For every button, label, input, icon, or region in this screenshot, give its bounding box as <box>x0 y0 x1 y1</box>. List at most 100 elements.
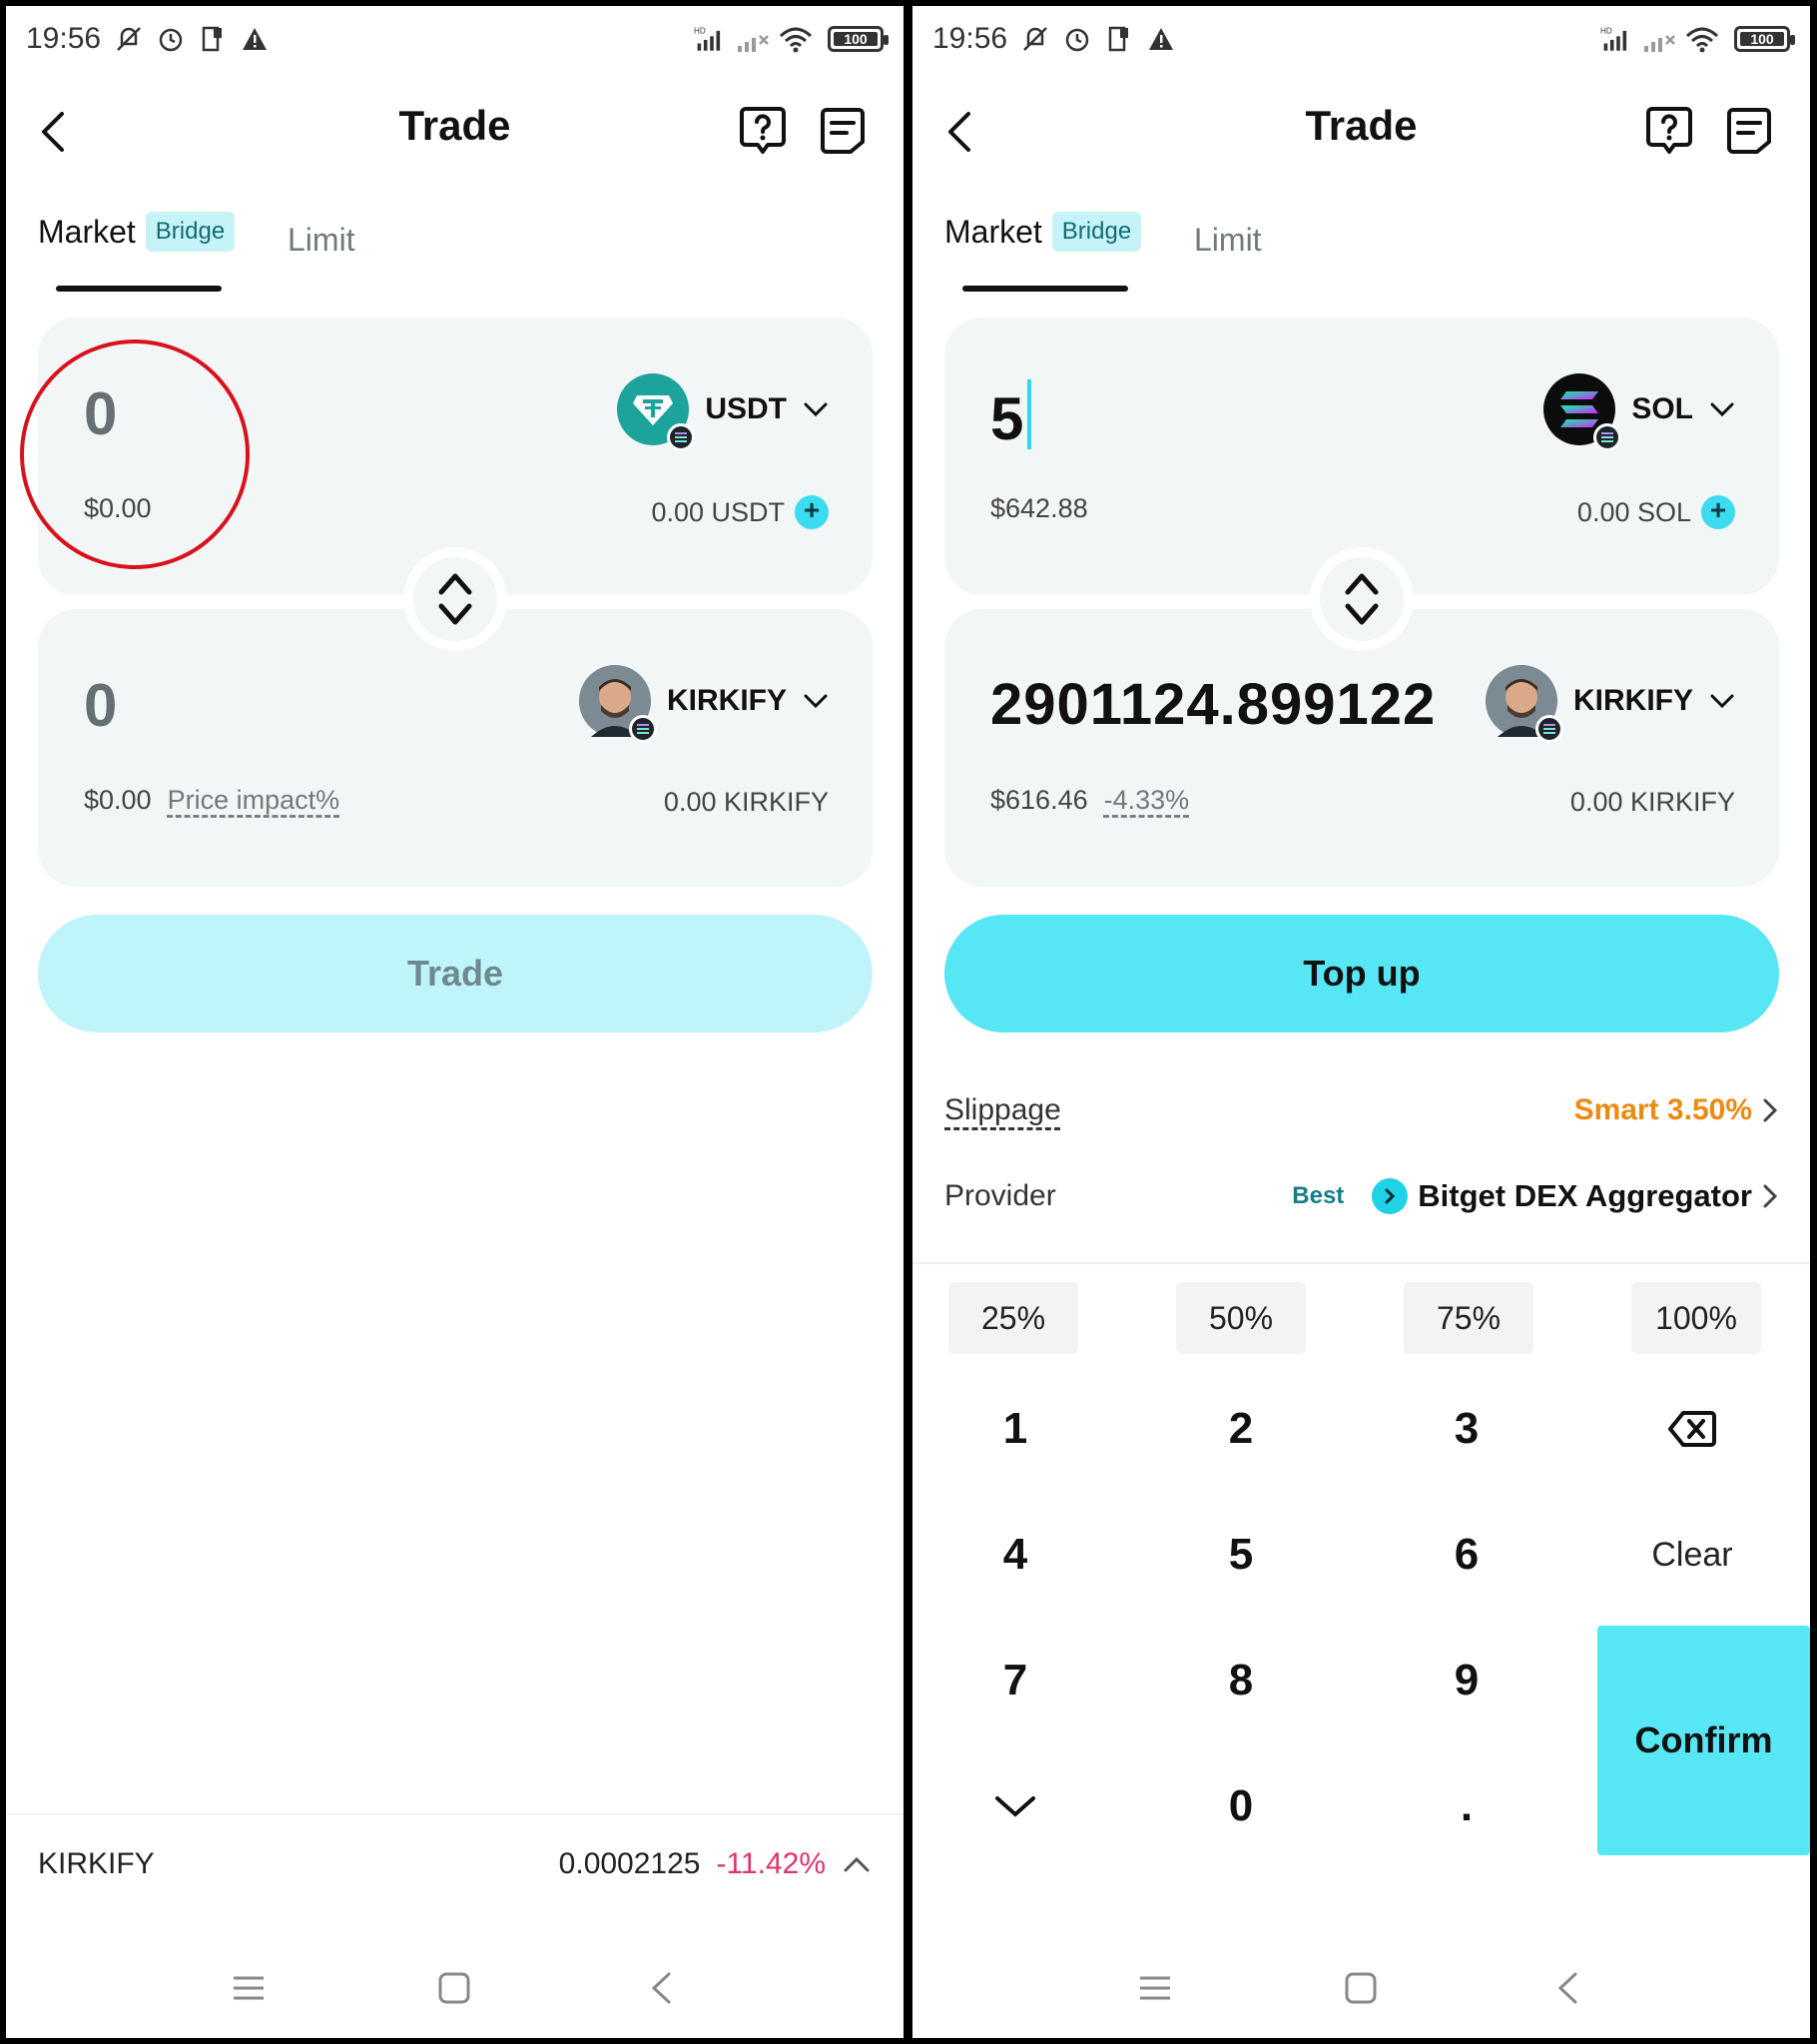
swap-direction-button[interactable] <box>403 547 507 651</box>
ticker-right: 0.0002125 -11.42% <box>559 1847 872 1881</box>
percent-50-button[interactable]: 50% <box>1176 1282 1306 1354</box>
nav-back-button[interactable] <box>1537 1958 1597 2018</box>
chevron-up-icon[interactable] <box>842 1854 872 1874</box>
to-usd-value: $616.46 <box>990 785 1088 815</box>
key-3[interactable]: 3 <box>1372 1374 1561 1484</box>
clear-button[interactable]: Clear <box>1597 1500 1787 1610</box>
warning-icon <box>1143 21 1179 57</box>
from-usd-text: $642.88 <box>990 493 1088 523</box>
header: Trade <box>912 72 1810 192</box>
solana-chain-icon <box>667 423 696 451</box>
provider-value-group: Best Bitget DEX Aggregator <box>1292 1178 1778 1214</box>
percent-100-button[interactable]: 100% <box>1631 1282 1761 1354</box>
percent-25-button[interactable]: 25% <box>948 1282 1078 1354</box>
swap-vertical-icon <box>1345 573 1379 625</box>
key-8[interactable]: 8 <box>1146 1626 1336 1735</box>
from-token-selector[interactable]: SOL <box>1543 373 1735 451</box>
to-amount: 0 <box>84 672 118 739</box>
key-5[interactable]: 5 <box>1146 1500 1336 1610</box>
orders-button[interactable] <box>1722 104 1776 158</box>
chevron-right-icon <box>1763 1098 1778 1122</box>
key-dot[interactable]: . <box>1372 1751 1561 1861</box>
deposit-plus-button[interactable]: + <box>795 495 829 529</box>
nav-home-button[interactable] <box>424 1958 484 2018</box>
tab-limit[interactable]: Limit <box>288 222 355 259</box>
chevron-down-icon <box>804 402 828 417</box>
key-7[interactable]: 7 <box>920 1626 1110 1735</box>
back-triangle-icon <box>651 1972 671 2004</box>
backspace-button[interactable] <box>1597 1374 1787 1484</box>
provider-name: Bitget DEX Aggregator <box>1418 1178 1752 1213</box>
deposit-plus-button[interactable]: + <box>1701 495 1735 529</box>
alarm-icon <box>153 21 189 57</box>
notification-icon <box>1101 21 1137 57</box>
wifi-icon <box>1684 21 1720 57</box>
key-9[interactable]: 9 <box>1372 1626 1561 1735</box>
from-usd-value: $642.88 <box>990 493 1088 524</box>
tab-market[interactable]: Market Bridge <box>944 212 1142 252</box>
price-impact-label[interactable]: Price impact% <box>168 785 340 816</box>
help-button[interactable] <box>1642 104 1696 158</box>
to-balance-text: 0.00 KIRKIFY <box>663 787 829 817</box>
key-6[interactable]: 6 <box>1372 1500 1561 1610</box>
to-balance: 0.00 KIRKIFY <box>1570 787 1735 818</box>
price-impact-value[interactable]: -4.33% <box>1104 785 1190 816</box>
ticker-change: -11.42% <box>716 1847 826 1880</box>
from-balance-text: 0.00 SOL <box>1576 496 1691 527</box>
system-nav-bar <box>912 1938 1810 2038</box>
nav-back-button[interactable] <box>631 1958 691 2018</box>
confirm-button[interactable]: Confirm <box>1597 1626 1810 1855</box>
key-0[interactable]: 0 <box>1146 1751 1336 1861</box>
chevron-right-icon <box>1763 1184 1778 1208</box>
key-4[interactable]: 4 <box>920 1500 1110 1610</box>
nav-menu-button[interactable] <box>1125 1958 1185 2018</box>
bridge-badge: Bridge <box>145 212 236 252</box>
to-token-symbol: KIRKIFY <box>667 684 787 717</box>
system-nav-bar <box>6 1938 904 2038</box>
swap-direction-button[interactable] <box>1310 547 1414 651</box>
mute-icon <box>1017 21 1053 57</box>
svg-text:HD: HD <box>694 27 706 36</box>
bridge-badge: Bridge <box>1051 212 1142 252</box>
tab-limit[interactable]: Limit <box>1194 222 1262 259</box>
signal-2-icon <box>1642 21 1678 57</box>
key-1[interactable]: 1 <box>920 1374 1110 1484</box>
orders-list-icon <box>821 108 865 154</box>
from-balance: 0.00 SOL + <box>1577 495 1735 529</box>
to-token-selector[interactable]: KIRKIFY <box>1486 665 1735 743</box>
trade-button[interactable]: Trade <box>38 915 873 1032</box>
orders-button[interactable] <box>816 104 870 158</box>
nav-home-button[interactable] <box>1331 1958 1391 2018</box>
chevron-down-icon <box>1710 402 1734 417</box>
help-button[interactable] <box>736 104 790 158</box>
collapse-keypad-button[interactable] <box>920 1751 1110 1861</box>
signal-icon: HD <box>1600 21 1636 57</box>
provider-label: Provider <box>944 1179 1056 1212</box>
top-up-button[interactable]: Top up <box>944 915 1779 1032</box>
nav-menu-button[interactable] <box>219 1958 279 2018</box>
back-triangle-icon <box>1557 1972 1577 2004</box>
to-usd-row: $616.46 -4.33% <box>990 785 1189 816</box>
orders-list-icon <box>1727 108 1771 154</box>
svg-text:HD: HD <box>1600 27 1612 36</box>
percent-75-button[interactable]: 75% <box>1404 1282 1533 1354</box>
from-balance-text: 0.00 USDT <box>651 496 785 527</box>
from-token-selector[interactable]: USDT <box>617 373 829 451</box>
from-amount-input[interactable]: 5 <box>990 379 1032 453</box>
left-screen: 19:56 HD 100 Trade Market Bridge Limit 0… <box>6 6 904 2038</box>
kirkify-avatar-icon <box>579 665 657 743</box>
tab-market[interactable]: Market Bridge <box>38 212 236 252</box>
to-token-selector[interactable]: KIRKIFY <box>579 665 829 743</box>
slippage-row[interactable]: Slippage Smart 3.50% <box>944 1080 1778 1140</box>
text-caret <box>1027 379 1032 449</box>
best-badge: Best <box>1292 1182 1345 1209</box>
provider-row[interactable]: Provider Best Bitget DEX Aggregator <box>944 1166 1778 1226</box>
ticker-bar[interactable]: KIRKIFY 0.0002125 -11.42% <box>6 1813 904 1913</box>
divider <box>912 1262 1810 1264</box>
to-usd-row: $0.00 Price impact% <box>84 785 339 816</box>
notification-icon <box>195 21 231 57</box>
tab-underline <box>56 286 222 292</box>
right-screen: 19:56 HD 100 Trade Market Bridge Limit 5… <box>912 6 1810 2038</box>
key-2[interactable]: 2 <box>1146 1374 1336 1484</box>
status-time: 19:56 <box>26 22 102 55</box>
